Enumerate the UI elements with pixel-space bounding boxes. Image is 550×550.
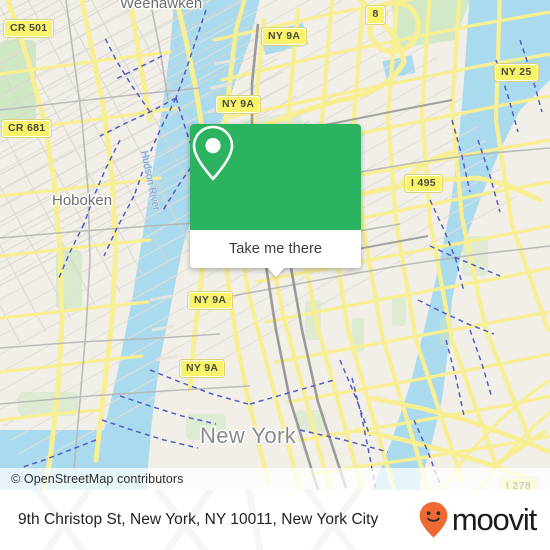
route-shield-ny-25[interactable]: NY 25 [494, 62, 539, 83]
address-text: 9th Christop St, New York, NY 10011, New… [18, 511, 379, 528]
route-shield-ny-9a-3[interactable]: NY 9A [186, 290, 234, 311]
map-canvas[interactable]: Weehawken Hoboken New York Hudson River … [0, 0, 550, 490]
route-shield-ny-9a-1[interactable]: NY 9A [260, 26, 308, 47]
take-me-there-button[interactable]: Take me there [190, 230, 361, 268]
route-shield-ny-9a-2[interactable]: NY 9A [214, 94, 262, 115]
moovit-wordmark: moovit [451, 501, 537, 537]
route-shield-cr-501[interactable]: CR 501 [2, 18, 55, 39]
route-shield-i-495[interactable]: I 495 [404, 173, 443, 194]
route-shield-8[interactable]: 8 [364, 4, 387, 26]
osm-attribution-text[interactable]: © OpenStreetMap contributors [0, 472, 184, 486]
route-shield-ny-9a-4[interactable]: NY 9A [178, 358, 226, 379]
location-popup-card[interactable]: Take me there [190, 124, 361, 277]
moovit-pin-smiley-icon [419, 502, 448, 538]
footer-bar: 9th Christop St, New York, NY 10011, New… [0, 490, 550, 550]
route-shield-cr-681[interactable]: CR 681 [0, 118, 53, 139]
popup-header [190, 124, 361, 230]
moovit-logo[interactable]: moovit [418, 501, 537, 539]
popup-pointer [266, 267, 285, 277]
map-pin-icon [192, 125, 234, 181]
map-attribution-bar: © OpenStreetMap contributors [0, 468, 550, 490]
take-me-there-label: Take me there [228, 241, 323, 257]
moovit-map-screenshot: Weehawken Hoboken New York Hudson River … [0, 0, 550, 550]
